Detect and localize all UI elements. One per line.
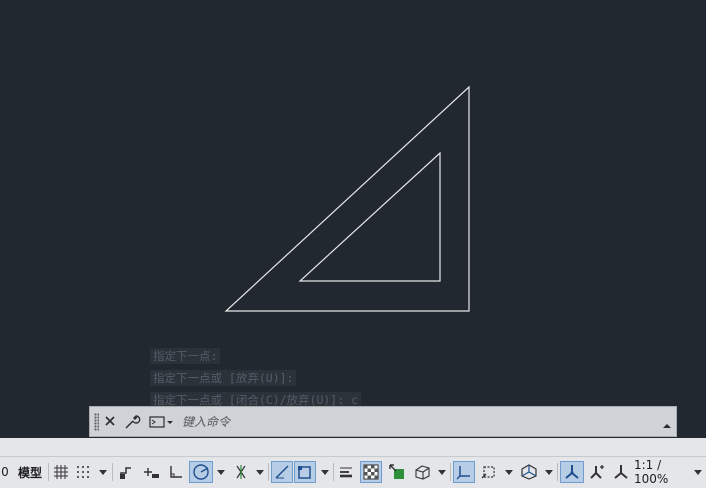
polar-dropdown-icon[interactable]: [216, 461, 226, 483]
inner-triangle[interactable]: [298, 151, 441, 282]
dynamic-input-icon[interactable]: [140, 461, 162, 483]
grid-icon[interactable]: [52, 461, 70, 483]
close-icon[interactable]: [101, 412, 121, 432]
snap-dropdown-icon[interactable]: [98, 461, 108, 483]
selection-cycling-icon[interactable]: [386, 461, 408, 483]
snap-icon[interactable]: [74, 461, 92, 483]
object-snap-icon[interactable]: [294, 461, 316, 483]
object-snap-dropdown-icon[interactable]: [320, 461, 330, 483]
isodraft-dropdown-icon[interactable]: [255, 461, 265, 483]
polar-tracking-icon[interactable]: [189, 461, 213, 483]
status-bar: 0 模型 1:1 / 100%: [0, 456, 706, 488]
command-line-bar: [89, 406, 677, 437]
transparency-icon[interactable]: [360, 461, 382, 483]
filter-dropdown-icon[interactable]: [504, 461, 514, 483]
command-history: 指定下一点: 指定下一点或 [放弃(U)]: 指定下一点或 [闭合(C)/放弃(…: [150, 346, 390, 412]
selection-filter-icon[interactable]: [478, 461, 500, 483]
gizmo-dropdown-icon[interactable]: [544, 461, 554, 483]
model-space-button[interactable]: 模型: [14, 461, 46, 483]
recent-commands-icon[interactable]: [148, 412, 176, 432]
history-line: 指定下一点:: [150, 348, 221, 364]
3d-snap-dropdown-icon[interactable]: [437, 461, 447, 483]
customize-wrench-icon[interactable]: [122, 412, 142, 432]
annotation-scale-icon[interactable]: [610, 461, 632, 483]
annotation-visibility-icon[interactable]: [560, 461, 584, 483]
auto-scale-icon[interactable]: [586, 461, 608, 483]
coordinate-readout: 0: [1, 465, 9, 479]
infer-constraints-icon[interactable]: [116, 461, 136, 483]
gizmo-icon[interactable]: [517, 461, 541, 483]
scale-dropdown-icon[interactable]: [693, 461, 703, 483]
outer-triangle[interactable]: [224, 85, 470, 312]
object-snap-tracking-icon[interactable]: [271, 461, 293, 483]
layout-tabs-strip: [0, 438, 706, 456]
history-line: 指定下一点或 [放弃(U)]:: [150, 370, 297, 386]
dynamic-ucs-icon[interactable]: [453, 461, 475, 483]
lineweight-icon[interactable]: [336, 461, 356, 483]
ortho-icon[interactable]: [166, 461, 186, 483]
3d-object-snap-icon[interactable]: [410, 461, 434, 483]
expand-history-icon[interactable]: [662, 416, 672, 428]
grip-handle[interactable]: [94, 413, 99, 431]
isodraft-icon[interactable]: [231, 461, 251, 483]
command-input[interactable]: [182, 411, 552, 433]
annotation-scale-value[interactable]: 1:1 / 100%: [634, 458, 692, 486]
